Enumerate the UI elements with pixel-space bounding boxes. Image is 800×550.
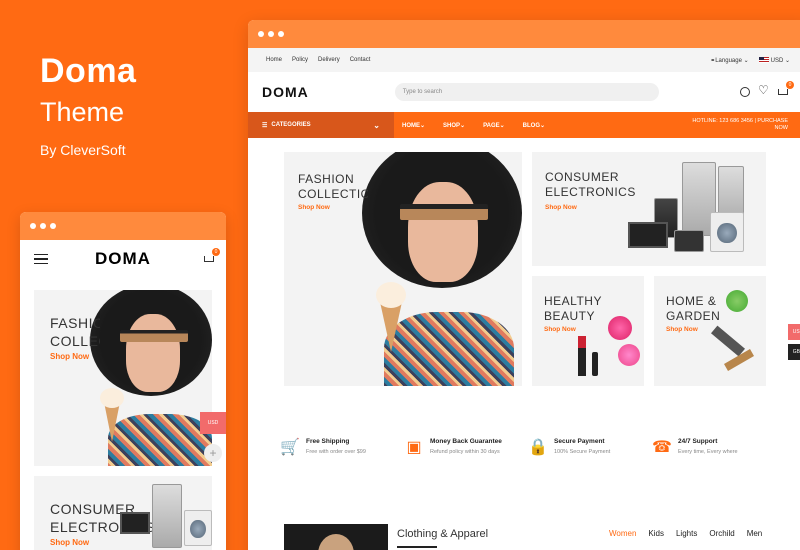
chevron-down-icon: ⌄ — [499, 122, 505, 129]
mobile-banner-electronics[interactable]: CONSUMER ELECTRONICS Shop Now — [34, 476, 212, 550]
banner-beauty[interactable]: HEALTHY BEAUTY Shop Now — [532, 276, 644, 386]
categories-dropdown[interactable]: ☰ CATEGORIES ⌄ — [248, 112, 394, 138]
feature-support: ☎ 24/7 Support Every time, Every where — [652, 438, 738, 456]
mobile-header: DOMA 0 — [20, 240, 226, 278]
features-row: 🛒 Free Shipping Free with order over $99 … — [280, 438, 776, 458]
shop-now-link[interactable]: Shop Now — [544, 326, 576, 333]
feature-free-shipping: 🛒 Free Shipping Free with order over $99 — [280, 438, 366, 456]
topbar-link-delivery[interactable]: Delivery — [318, 57, 340, 63]
banner-title: FASHION COLLECTION — [50, 315, 100, 349]
cart-icon: 🛒 — [280, 439, 300, 456]
mobile-preview: DOMA 0 FASHION COLLECTION Shop Now USD +… — [20, 212, 226, 550]
category-tabs: Women Kids Lights Orchild Men — [609, 529, 762, 538]
window-chrome — [248, 20, 800, 48]
cart-count-badge: 0 — [786, 81, 794, 89]
language-selector[interactable]: ⚭Language ⌄ — [710, 57, 748, 64]
promo-theme: Theme — [40, 97, 125, 127]
site-logo[interactable]: DOMA — [95, 249, 151, 269]
currency-tag-gbp[interactable]: GBP — [788, 344, 800, 360]
tab-women[interactable]: Women — [609, 529, 636, 538]
feature-money-back: ▣ Money Back Guarantee Refund policy with… — [404, 438, 528, 458]
cart-icon[interactable]: 0 — [204, 248, 220, 264]
nav-item-blog[interactable]: BLOG⌄ — [523, 122, 545, 129]
headset-icon: ☎ — [652, 439, 672, 456]
shop-now-link[interactable]: Shop Now — [50, 538, 89, 547]
wallet-icon: ▣ — [406, 439, 422, 456]
shop-now-link[interactable]: Shop Now — [50, 352, 89, 361]
chevron-down-icon: ⌄ — [784, 57, 790, 64]
window-dot-icon — [50, 223, 56, 229]
window-dot-icon — [30, 223, 36, 229]
topbar-link-home[interactable]: Home — [266, 57, 282, 63]
promo-block: Doma Theme By CleverSoft — [40, 52, 136, 158]
chevron-down-icon: ⌄ — [373, 120, 380, 130]
banner-title: FASHION COLLECTION — [298, 172, 368, 201]
banner-garden[interactable]: HOME & GARDEN Shop Now — [654, 276, 766, 386]
us-flag-icon — [758, 56, 769, 63]
chevron-down-icon: ⌄ — [743, 57, 749, 64]
section-title: Clothing & Apparel — [397, 528, 489, 540]
window-dot-icon — [278, 31, 284, 37]
banner-title: HEALTHY BEAUTY — [544, 294, 602, 323]
window-dot-icon — [40, 223, 46, 229]
user-icon[interactable] — [740, 87, 750, 97]
nav-item-shop[interactable]: SHOP⌄ — [443, 122, 465, 129]
banner-fashion[interactable]: FASHION COLLECTION Shop Now — [284, 152, 522, 386]
site-logo[interactable]: DOMA — [262, 84, 309, 100]
mobile-banner-fashion[interactable]: FASHION COLLECTION Shop Now — [34, 290, 212, 466]
chevron-down-icon: ⌄ — [540, 122, 546, 129]
desktop-preview: Home Policy Delivery Contact ⚭Language ⌄… — [248, 20, 800, 550]
main-nav: ☰ CATEGORIES ⌄ HOME⌄ SHOP⌄ PAGE⌄ BLOG⌄ H… — [248, 112, 800, 138]
nav-item-home[interactable]: HOME⌄ — [402, 122, 425, 129]
window-chrome — [20, 212, 226, 240]
feature-secure-payment: 🔒 Secure Payment 100% Secure Payment — [528, 438, 611, 456]
banner-electronics[interactable]: CONSUMER ELECTRONICS Shop Now — [532, 152, 766, 266]
cart-icon[interactable]: 0 — [778, 81, 794, 97]
menu-icon: ☰ — [262, 122, 268, 129]
currency-tag-usd[interactable]: USD — [788, 324, 800, 340]
tab-kids[interactable]: Kids — [648, 529, 664, 538]
top-bar: Home Policy Delivery Contact ⚭Language ⌄… — [248, 48, 800, 72]
banner-title: CONSUMER ELECTRONICS — [545, 170, 636, 199]
nav-item-page[interactable]: PAGE⌄ — [483, 122, 505, 129]
search-input[interactable]: Type to search — [394, 83, 659, 101]
cart-count-badge: 0 — [212, 248, 220, 256]
shop-now-link[interactable]: Shop Now — [298, 204, 330, 211]
tab-lights[interactable]: Lights — [676, 529, 697, 538]
tab-men[interactable]: Men — [747, 529, 763, 538]
chevron-down-icon: ⌄ — [460, 122, 466, 129]
currency-selector[interactable]: USD ⌄ — [758, 56, 790, 64]
promo-author: By CleverSoft — [40, 142, 126, 158]
heart-icon[interactable] — [758, 83, 769, 97]
site-header: DOMA Type to search 0 — [248, 72, 800, 112]
hamburger-menu-icon[interactable] — [34, 254, 48, 264]
shop-now-link[interactable]: Shop Now — [666, 326, 698, 333]
currency-tag-usd[interactable]: USD — [200, 412, 226, 434]
topbar-link-contact[interactable]: Contact — [350, 57, 371, 63]
chevron-down-icon: ⌄ — [420, 122, 426, 129]
window-dot-icon — [258, 31, 264, 37]
hotline-text[interactable]: HOTLINE: 123 686 3456 | PURCHASE NOW — [688, 118, 788, 132]
add-icon[interactable]: + — [204, 444, 222, 462]
topbar-link-policy[interactable]: Policy — [292, 57, 308, 63]
promo-brand: Doma — [40, 52, 137, 90]
section-thumbnail — [284, 524, 388, 550]
banner-title: HOME & GARDEN — [666, 294, 721, 323]
clothing-section: Clothing & Apparel Women Kids Lights Orc… — [284, 524, 800, 550]
title-underline — [397, 546, 437, 548]
shop-now-link[interactable]: Shop Now — [545, 204, 577, 211]
tab-orchild[interactable]: Orchild — [709, 529, 734, 538]
lock-icon: 🔒 — [528, 439, 548, 456]
window-dot-icon — [268, 31, 274, 37]
